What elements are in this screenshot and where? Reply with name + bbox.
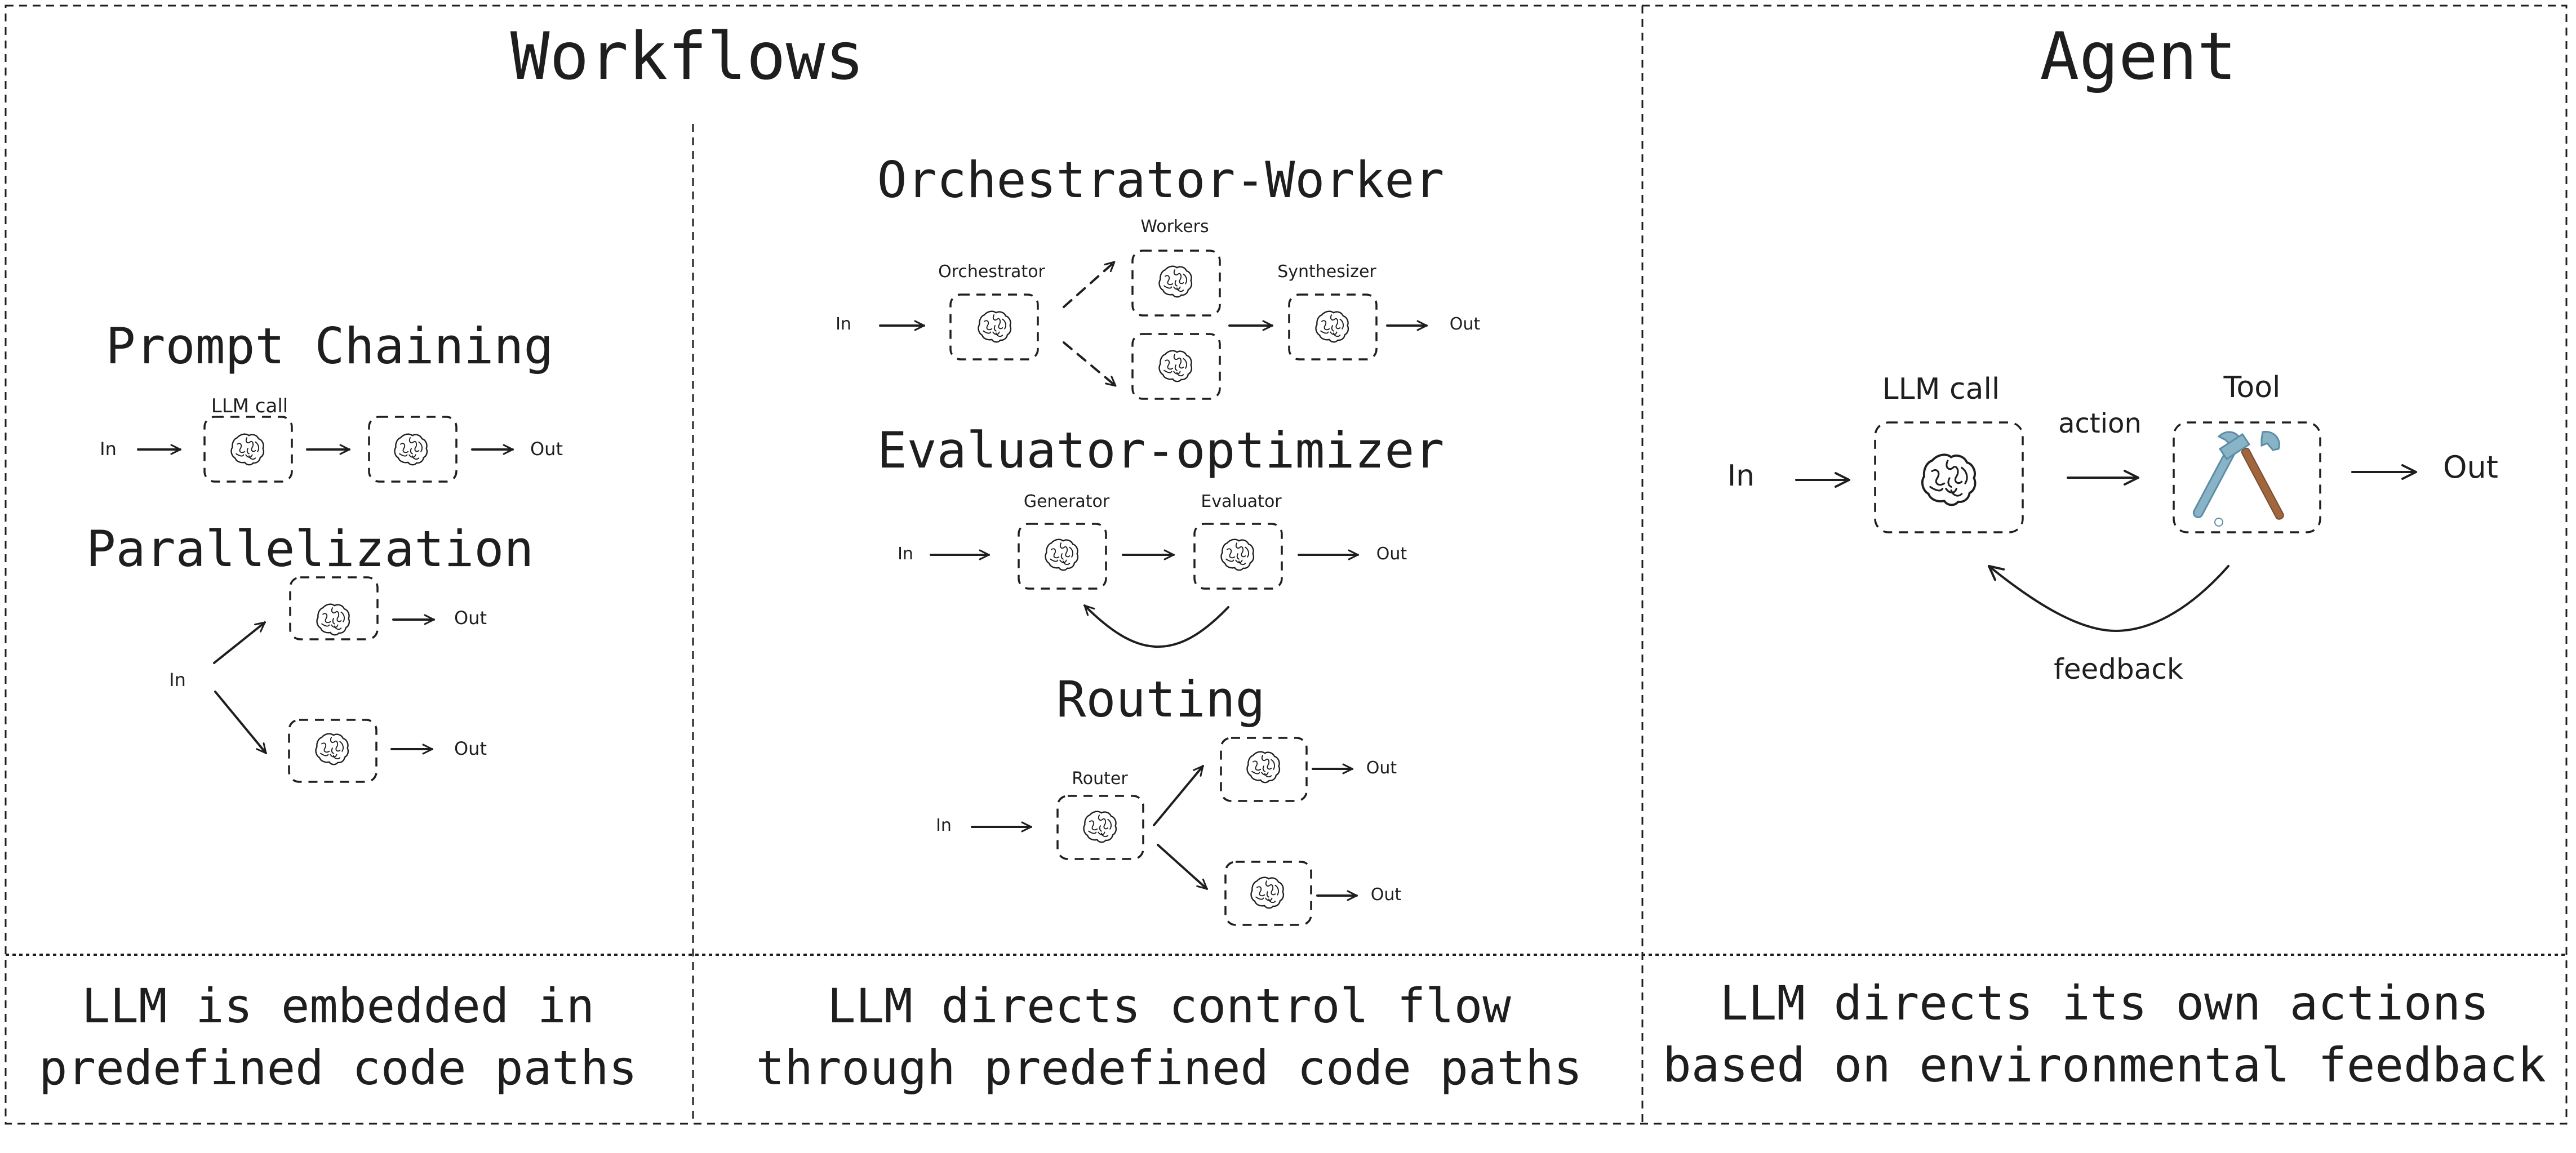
llm-call-label: LLM call	[1882, 372, 2000, 406]
brain-icon	[1158, 350, 1193, 382]
caption-line: LLM directs control flow	[827, 978, 1511, 1034]
output-label: Out	[454, 607, 487, 629]
router-label: Router	[1072, 769, 1128, 789]
brain-icon	[1250, 876, 1285, 909]
action-label: action	[2058, 408, 2142, 439]
generator-label: Generator	[1024, 492, 1110, 511]
brain-icon	[1921, 453, 1977, 506]
input-label: In	[836, 314, 851, 334]
caption-line: LLM is embedded in	[82, 978, 594, 1034]
input-label: In	[1727, 459, 1755, 493]
brain-icon	[1220, 538, 1255, 571]
evaluator-optimizer-title: Evaluator-optimizer	[877, 421, 1445, 479]
edge-router-to-route-2	[1157, 844, 1208, 890]
caption-prompt-chaining-column: LLM is embedded in predefined code paths	[39, 978, 637, 1096]
brain-icon	[1045, 538, 1079, 571]
brain-icon	[230, 433, 265, 466]
input-label: In	[169, 669, 186, 691]
caption-line: predefined code paths	[39, 1040, 637, 1096]
input-label: In	[100, 438, 117, 460]
edge-orchestrator-to-worker-1	[1063, 261, 1116, 308]
output-label: Out	[454, 738, 487, 759]
edge-in-to-branch-2	[214, 691, 267, 754]
edge-feedback-loop	[1988, 564, 2229, 632]
brain-icon	[394, 433, 428, 466]
orchestrator-label: Orchestrator	[938, 262, 1045, 282]
prompt-chaining-pattern: Prompt Chaining LLM call In Out	[100, 317, 563, 483]
brain-icon	[978, 310, 1012, 343]
output-label: Out	[530, 438, 563, 460]
synthesizer-label: Synthesizer	[1277, 262, 1376, 282]
prompt-chaining-title: Prompt Chaining	[106, 317, 554, 375]
edge-orchestrator-to-worker-2	[1063, 341, 1117, 387]
evaluator-optimizer-pattern: Evaluator-optimizer Generator Evaluator …	[877, 421, 1445, 648]
evaluator-label: Evaluator	[1201, 492, 1282, 511]
edge-router-to-route-1	[1153, 765, 1204, 826]
tool-label: Tool	[2223, 371, 2280, 404]
caption-routing-column: LLM directs control flow through predefi…	[756, 978, 1583, 1096]
routing-title: Routing	[1056, 670, 1265, 728]
output-label: Out	[2443, 449, 2498, 485]
caption-line: LLM directs its own actions	[1720, 976, 2489, 1031]
output-label: Out	[1450, 314, 1481, 334]
parallelization-title: Parallelization	[86, 520, 534, 578]
routing-pattern: Routing Router In Out Out	[936, 670, 1402, 926]
brain-icon	[315, 733, 349, 765]
edge-feedback-loop	[1083, 604, 1229, 648]
brain-icon	[1083, 811, 1117, 843]
workflows-title: Workflows	[510, 19, 865, 95]
edge-in-to-branch-1	[213, 621, 266, 664]
caption-line: based on environmental feedback	[1663, 1038, 2546, 1093]
output-label: Out	[1376, 544, 1407, 564]
agent-title: Agent	[2040, 19, 2236, 95]
workers-label: Workers	[1140, 217, 1209, 237]
workflows-vs-agent-diagram: Workflows Agent Prompt Chaining LLM call…	[5, 5, 2568, 1125]
brain-icon	[1315, 310, 1349, 343]
brain-icon	[316, 603, 350, 636]
caption-agent-column: LLM directs its own actions based on env…	[1663, 976, 2546, 1093]
brain-icon	[1246, 751, 1281, 783]
input-label: In	[936, 816, 952, 835]
caption-line: through predefined code paths	[756, 1040, 1583, 1096]
orchestrator-worker-pattern: Orchestrator-Worker Workers Orchestrator…	[836, 151, 1481, 400]
input-label: In	[898, 544, 913, 564]
brain-icon	[1158, 265, 1193, 298]
feedback-label: feedback	[2054, 653, 2183, 685]
llm-call-label: LLM call	[211, 395, 288, 417]
output-label: Out	[1366, 758, 1397, 778]
agent-pattern: LLM call Tool action In Out feedback	[1727, 371, 2498, 685]
orchestrator-worker-title: Orchestrator-Worker	[877, 151, 1445, 209]
parallelization-pattern: Parallelization In Out Out	[86, 520, 534, 783]
output-label: Out	[1371, 885, 1402, 905]
